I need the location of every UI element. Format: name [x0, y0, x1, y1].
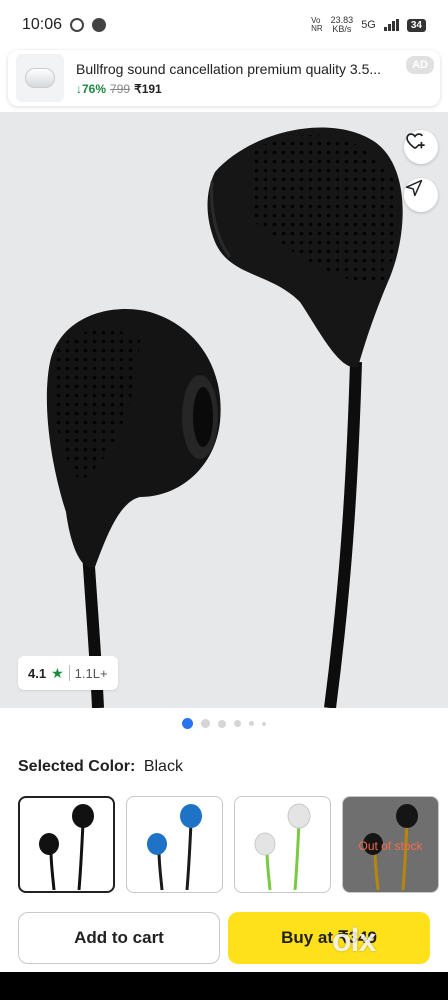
selected-color-row: Selected Color: Black: [18, 758, 183, 776]
product-image-carousel[interactable]: 4.1 ★ 1.1L+: [0, 112, 448, 708]
notification-icon: [92, 18, 107, 32]
carousel-dot: [218, 719, 226, 728]
earphone-thumbnail: [146, 803, 202, 890]
carousel-indicator: [0, 718, 448, 729]
network-speed: 23.83 KB/s: [330, 15, 354, 34]
carousel-dot: [262, 721, 266, 726]
status-time: 10:06: [22, 16, 63, 33]
olx-watermark: olx: [332, 922, 376, 958]
color-options: Out of stock: [18, 796, 439, 893]
share-button[interactable]: [404, 178, 438, 212]
wishlist-button[interactable]: [404, 130, 438, 164]
battery-icon: 34: [406, 18, 426, 32]
ad-price: ₹191: [134, 81, 162, 96]
earphone-thumbnail: [254, 803, 310, 890]
rating-chip[interactable]: 4.1 ★ 1.1L+: [18, 656, 118, 690]
star-icon: ★: [51, 664, 64, 681]
carousel-dot: [249, 721, 254, 726]
navigation-bar: [0, 972, 448, 1000]
out-of-stock-label: Out of stock: [358, 839, 423, 853]
signal-icon: [383, 19, 399, 31]
color-option-blue[interactable]: [126, 796, 223, 893]
earphone-thumbnail: [38, 803, 94, 890]
carousel-dot: [201, 719, 210, 728]
rating-value: 4.1: [28, 665, 47, 681]
status-bar: 10:06 Vo NR 23.83 KB/s 5G 34: [0, 0, 448, 50]
sponsored-product-card[interactable]: Bullfrog sound cancellation premium qual…: [8, 50, 440, 106]
color-option-black-gold[interactable]: Out of stock: [342, 796, 439, 893]
rating-count: 1.1L+: [74, 665, 108, 681]
ad-badge: AD: [406, 56, 434, 74]
add-to-cart-button[interactable]: Add to cart: [18, 912, 220, 964]
carousel-dot: [234, 720, 241, 727]
color-option-white-green[interactable]: [234, 796, 331, 893]
ad-mrp: 799: [110, 81, 131, 96]
carousel-dot-active: [182, 718, 193, 729]
color-option-black[interactable]: [18, 796, 115, 893]
selected-color-value: Black: [143, 758, 183, 775]
heart-plus-icon: [406, 133, 425, 149]
ad-discount: ↓76%: [76, 81, 107, 96]
buy-now-button[interactable]: Buy at ₹349: [228, 912, 430, 964]
volte-indicator: Vo NR: [311, 16, 323, 33]
share-icon: [405, 179, 423, 197]
ad-product-title: Bullfrog sound cancellation premium qual…: [76, 60, 382, 77]
notification-icon: [70, 18, 85, 32]
network-type: 5G: [361, 19, 376, 31]
selected-color-label: Selected Color:: [18, 758, 136, 775]
divider: [68, 665, 70, 681]
earphones-image: [46, 127, 403, 708]
ad-product-thumbnail: [16, 54, 64, 102]
